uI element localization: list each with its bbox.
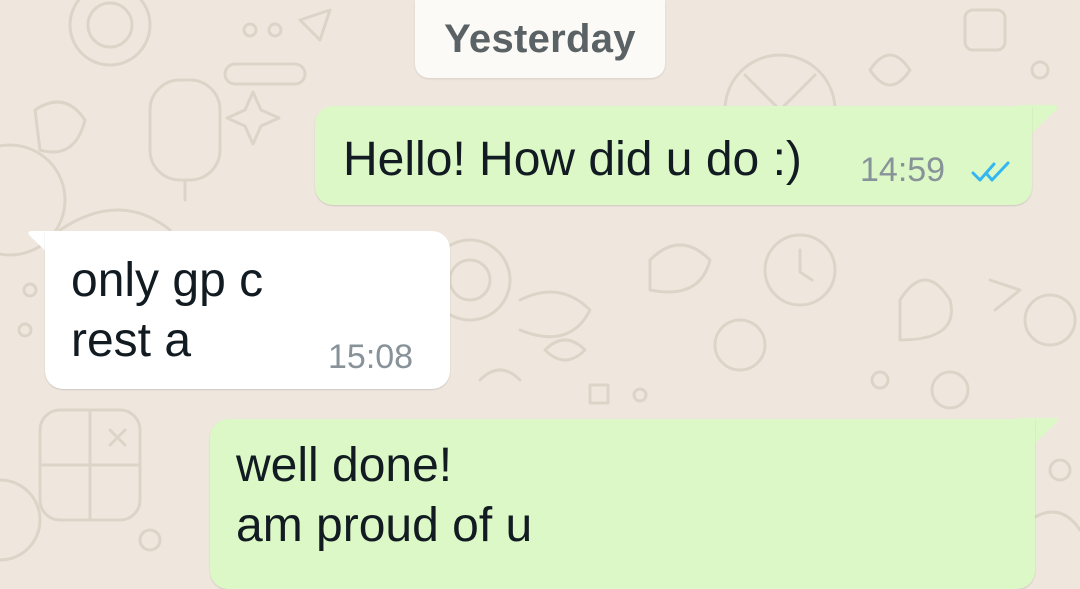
date-separator: Yesterday bbox=[415, 0, 665, 78]
outgoing-message-bubble[interactable]: well done! am proud of u bbox=[210, 419, 1035, 589]
message-text: only gp c rest a bbox=[71, 254, 264, 367]
date-separator-label: Yesterday bbox=[444, 16, 636, 61]
message-timestamp: 14:59 bbox=[860, 151, 946, 189]
message-text: well done! am proud of u bbox=[236, 439, 533, 552]
message-timestamp: 15:08 bbox=[328, 338, 414, 376]
double-check-read-icon bbox=[971, 161, 1010, 182]
outgoing-message-bubble[interactable]: Hello! How did u do :) 14:59 bbox=[315, 106, 1032, 205]
incoming-message-bubble[interactable]: only gp c rest a 15:08 bbox=[45, 231, 450, 389]
message-text: Hello! How did u do :) bbox=[343, 133, 802, 186]
